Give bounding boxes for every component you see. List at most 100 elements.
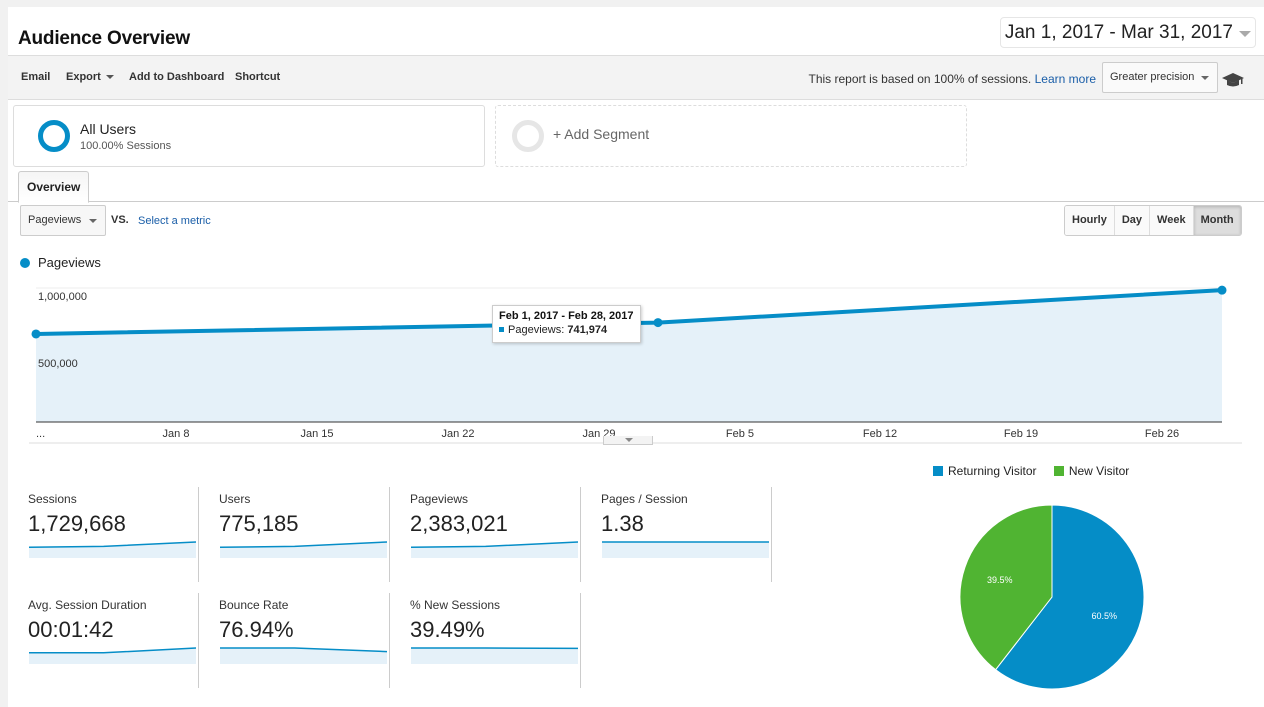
pie-legend: Returning Visitor New Visitor xyxy=(933,464,1143,478)
pie-slice-label: 60.5% xyxy=(1091,611,1117,621)
chevron-down-icon xyxy=(1201,76,1209,80)
chart-collapse-handle[interactable] xyxy=(603,436,653,445)
scorecard-label: Pageviews xyxy=(410,492,469,506)
report-toolbar: Email Export Add to Dashboard Shortcut T… xyxy=(8,56,1264,100)
precision-label: Greater precision xyxy=(1110,71,1195,83)
vs-label: VS. xyxy=(111,214,129,226)
interval-hourly-button[interactable]: Hourly xyxy=(1065,206,1115,235)
chart-tooltip: Feb 1, 2017 - Feb 28, 2017 Pageviews: 74… xyxy=(492,305,641,343)
scorecard-label: Users xyxy=(219,492,251,506)
scorecard-value: 39.49% xyxy=(410,617,485,642)
tab-overview[interactable]: Overview xyxy=(18,171,90,203)
scorecard[interactable]: Pageviews 2,383,021 xyxy=(390,487,581,582)
report-tabs: Overview xyxy=(8,171,1264,203)
title-bar: Audience Overview Jan 1, 2017 - Mar 31, … xyxy=(8,7,1264,56)
series-square-icon xyxy=(499,327,504,332)
interval-day-button[interactable]: Day xyxy=(1114,206,1151,235)
chevron-down-icon xyxy=(89,219,97,223)
sampling-notice: This report is based on 100% of sessions… xyxy=(808,72,1096,86)
metric-label: Pageviews xyxy=(28,214,82,226)
interval-month-button[interactable]: Month xyxy=(1193,206,1241,235)
tooltip-row: Pageviews: 741,974 xyxy=(499,324,634,336)
scorecard-label: Bounce Rate xyxy=(219,598,289,612)
x-tick-label: Jan 15 xyxy=(300,428,333,440)
x-tick-label: Jan 8 xyxy=(163,428,190,440)
sampling-text: This report is based on 100% of sessions… xyxy=(808,72,1032,86)
email-button[interactable]: Email xyxy=(21,71,50,83)
data-point xyxy=(1217,285,1227,295)
x-tick-label: Feb 19 xyxy=(1004,428,1038,440)
x-tick-label: ... xyxy=(36,428,45,440)
sparkline xyxy=(410,541,579,558)
pageviews-line-chart: 1,000,000500,000... Jan 8 Jan 15 Jan 22 Jan … xyxy=(29,285,1242,444)
x-tick-label: Feb 26 xyxy=(1145,428,1179,440)
pie-legend-label: New Visitor xyxy=(1068,464,1130,478)
scorecard-label: Pages / Session xyxy=(601,492,688,506)
scorecard[interactable]: Sessions 1,729,668 xyxy=(8,487,199,582)
sparkline xyxy=(29,647,197,664)
add-to-dashboard-button[interactable]: Add to Dashboard xyxy=(129,71,224,83)
shortcut-button[interactable]: Shortcut xyxy=(235,71,280,83)
page-title: Audience Overview xyxy=(18,28,190,49)
tooltip-value: 741,974 xyxy=(567,324,608,336)
export-button[interactable]: Export xyxy=(66,71,114,83)
legend-swatch-icon xyxy=(1053,466,1064,476)
scorecard[interactable]: Avg. Session Duration 00:01:42 xyxy=(8,593,199,688)
pie-slice-label: 39.5% xyxy=(987,575,1013,585)
learn-more-link[interactable]: Learn more xyxy=(1035,72,1096,86)
segment-donut-icon xyxy=(38,120,70,152)
segment-name: All Users xyxy=(80,121,137,137)
y-tick-label: 1,000,000 xyxy=(38,291,87,303)
sparkline xyxy=(602,541,769,558)
add-segment-button[interactable]: + Add Segment xyxy=(495,105,967,167)
scorecard-label: % New Sessions xyxy=(410,598,501,612)
scorecard-value: 76.94% xyxy=(219,617,294,642)
add-segment-label: + Add Segment xyxy=(553,126,650,142)
sparkline xyxy=(28,541,197,558)
tooltip-label: Pageviews: xyxy=(508,324,565,336)
pie-legend-item: New Visitor xyxy=(1053,464,1130,478)
empty-segment-donut-icon xyxy=(512,120,544,152)
sparkline xyxy=(411,647,579,664)
scorecard[interactable]: Bounce Rate 76.94% xyxy=(199,593,390,688)
date-range-label: Jan 1, 2017 - Mar 31, 2017 xyxy=(1004,22,1233,43)
scorecard-value: 00:01:42 xyxy=(28,617,114,642)
legend-dot-icon xyxy=(20,258,30,268)
sparkline-area xyxy=(29,648,196,664)
date-range-picker[interactable]: Jan 1, 2017 - Mar 31, 2017 xyxy=(999,17,1256,48)
legend-swatch-icon xyxy=(933,466,943,476)
scorecard[interactable]: % New Sessions 39.49% xyxy=(390,593,581,688)
sparkline-area xyxy=(411,542,578,558)
visitor-type-pie-chart: 60.5% 39.5% xyxy=(959,504,1145,690)
y-tick-label: 500,000 xyxy=(38,358,78,370)
scorecard-label: Avg. Session Duration xyxy=(28,598,147,612)
scorecard-label: Sessions xyxy=(28,492,77,506)
x-tick-label: Jan 22 xyxy=(441,428,474,440)
segment-all-users[interactable]: All Users 100.00% Sessions xyxy=(13,105,485,167)
data-point xyxy=(31,329,41,339)
sparkline xyxy=(220,647,388,664)
sparkline xyxy=(219,541,388,558)
scorecard-value: 2,383,021 xyxy=(410,511,508,536)
scorecard-value: 1,729,668 xyxy=(28,511,126,536)
scorecard-value: 1.38 xyxy=(601,511,644,536)
graduation-cap-icon[interactable] xyxy=(1222,73,1244,87)
chevron-down-icon xyxy=(105,75,114,80)
legend-label: Pageviews xyxy=(38,255,101,270)
metric-dropdown[interactable]: Pageviews xyxy=(20,205,106,236)
sparkline-area xyxy=(220,542,387,558)
chart-legend: Pageviews xyxy=(20,255,101,270)
scorecard[interactable]: Pages / Session 1.38 xyxy=(581,487,772,582)
interval-toggle: Hourly Day Week Month xyxy=(1064,205,1242,236)
scorecard-value: 775,185 xyxy=(219,511,299,536)
export-label: Export xyxy=(66,71,101,83)
sparkline-area xyxy=(29,542,196,558)
interval-week-button[interactable]: Week xyxy=(1150,206,1194,235)
precision-dropdown[interactable]: Greater precision xyxy=(1102,62,1218,93)
chevron-down-icon xyxy=(625,438,633,442)
x-tick-label: Feb 12 xyxy=(863,428,897,440)
tooltip-title: Feb 1, 2017 - Feb 28, 2017 xyxy=(499,310,634,322)
chevron-down-icon xyxy=(1239,31,1251,37)
scorecard[interactable]: Users 775,185 xyxy=(199,487,390,582)
select-metric-link[interactable]: Select a metric xyxy=(138,215,211,227)
